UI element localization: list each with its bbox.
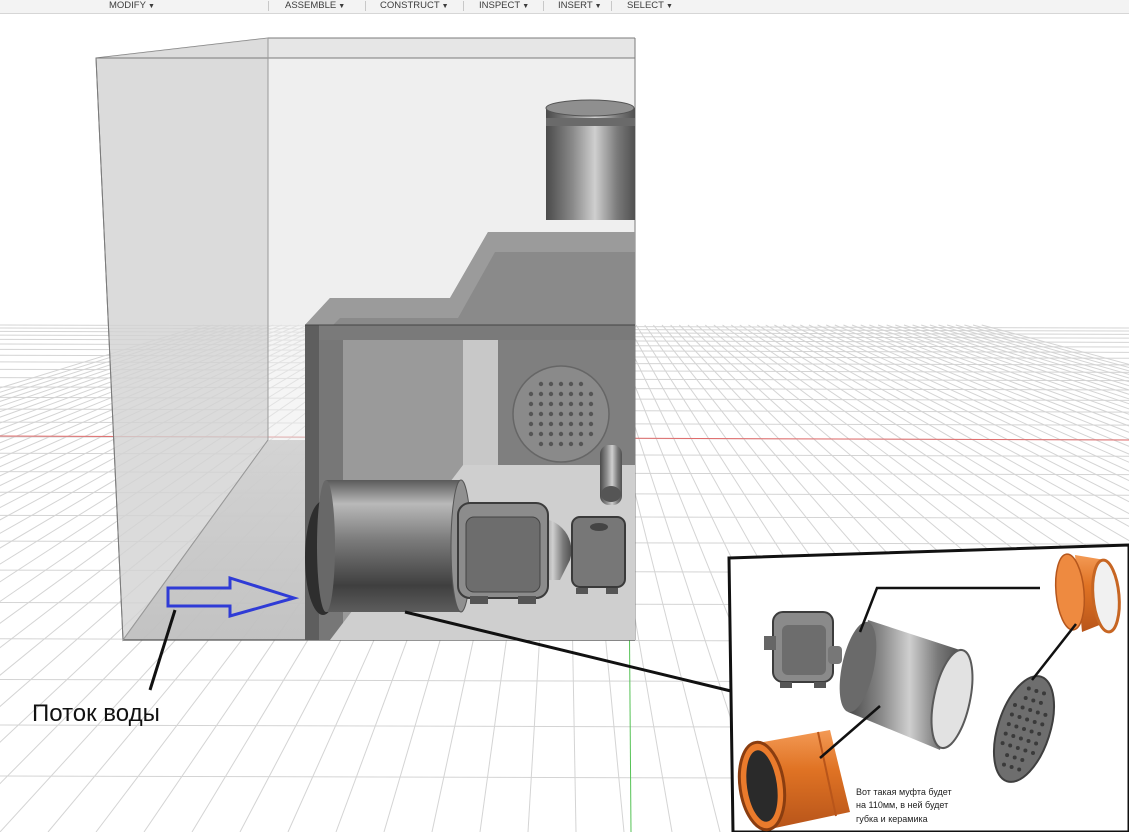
inset-orange-cap <box>1054 553 1121 634</box>
inset-pump <box>764 611 842 688</box>
perforated-disc[interactable] <box>512 365 610 463</box>
inset-caption-line-1: Вот такая муфта будет <box>856 787 952 797</box>
inset-caption-line-3: губка и керамика <box>856 814 928 824</box>
viewport-canvas[interactable]: Поток воды Вот такая муфта будет на 110м… <box>0 0 1129 832</box>
inset-caption-line-2: на 110мм, в ней будет <box>856 800 948 810</box>
rod-part[interactable] <box>600 445 622 505</box>
main-cylinder[interactable] <box>305 479 472 615</box>
flow-label: Поток воды <box>32 700 160 727</box>
inset-panel: Вот такая муфта будет на 110мм, в ней бу… <box>727 543 1129 832</box>
upper-cylinder[interactable] <box>545 99 635 220</box>
small-box[interactable] <box>571 516 626 594</box>
